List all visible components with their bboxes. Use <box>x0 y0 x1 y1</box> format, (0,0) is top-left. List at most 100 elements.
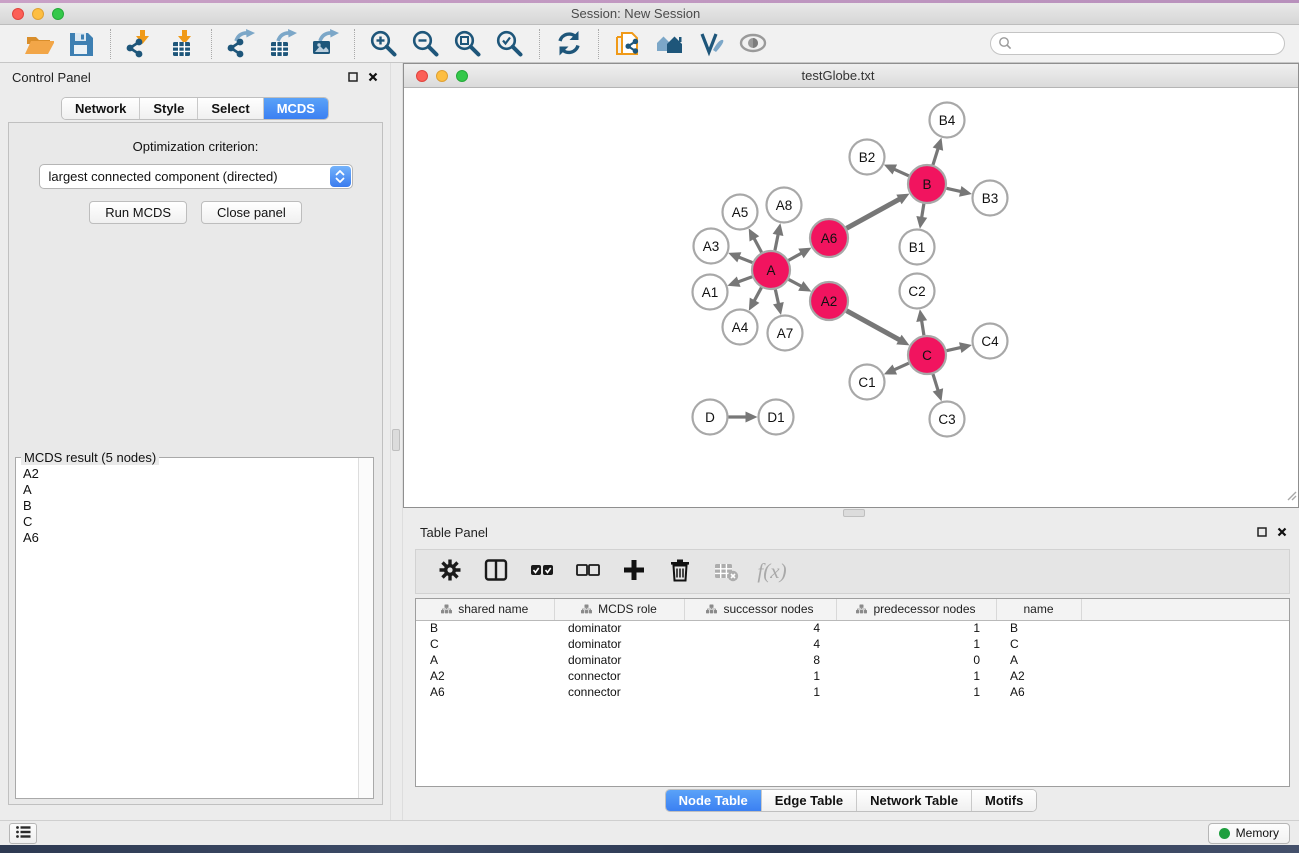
close-panel-icon[interactable] <box>368 72 378 82</box>
divider-grip[interactable] <box>392 429 400 451</box>
criterion-select[interactable]: largest connected component (directed) <box>39 164 353 189</box>
export-table-button[interactable] <box>265 28 301 60</box>
node-B[interactable]: B <box>908 165 946 203</box>
export-image-button[interactable] <box>307 28 343 60</box>
edge-C-C4[interactable] <box>947 347 963 350</box>
edge-B-B1[interactable] <box>921 204 923 219</box>
edge-A2-C[interactable] <box>847 311 901 341</box>
home-button[interactable] <box>652 28 688 60</box>
node-A7[interactable]: A7 <box>768 316 803 351</box>
columns-button[interactable] <box>480 556 512 588</box>
node-D1[interactable]: D1 <box>759 400 794 435</box>
close-network-button[interactable] <box>416 70 428 82</box>
node-A4[interactable]: A4 <box>723 310 758 345</box>
edge-A-A2[interactable] <box>789 279 803 286</box>
node-B3[interactable]: B3 <box>973 181 1008 216</box>
cyndex-button[interactable] <box>610 28 646 60</box>
node-A[interactable]: A <box>752 251 790 289</box>
mcds-result-item[interactable]: A <box>23 482 373 498</box>
mcds-result-item[interactable]: C <box>23 514 373 530</box>
node-D[interactable]: D <box>693 400 728 435</box>
select-all-button[interactable] <box>526 556 558 588</box>
close-window-button[interactable] <box>12 8 24 20</box>
zoom-out-button[interactable] <box>408 28 444 60</box>
edge-C-C1[interactable] <box>893 363 909 370</box>
table-row[interactable]: Bdominator41B <box>416 620 1289 636</box>
edge-C-C3[interactable] <box>933 374 939 392</box>
run-mcds-button[interactable]: Run MCDS <box>89 201 187 224</box>
zoom-network-button[interactable] <box>456 70 468 82</box>
export-network-button[interactable] <box>223 28 259 60</box>
zoom-selected-button[interactable] <box>492 28 528 60</box>
node-B2[interactable]: B2 <box>850 140 885 175</box>
node-A6[interactable]: A6 <box>810 219 848 257</box>
edge-A-A1[interactable] <box>737 277 752 283</box>
open-button[interactable] <box>21 28 57 60</box>
node-C[interactable]: C <box>908 336 946 374</box>
node-A1[interactable]: A1 <box>693 275 728 310</box>
zoom-in-button[interactable] <box>366 28 402 60</box>
tab-network-table[interactable]: Network Table <box>856 790 971 811</box>
eye-button[interactable] <box>736 28 772 60</box>
tab-edge-table[interactable]: Edge Table <box>761 790 856 811</box>
column-header-MCDS-role[interactable]: MCDS role <box>554 599 684 620</box>
node-A8[interactable]: A8 <box>767 188 802 223</box>
float-panel-icon[interactable] <box>348 72 358 82</box>
add-button[interactable] <box>618 556 650 588</box>
tab-motifs[interactable]: Motifs <box>971 790 1036 811</box>
close-panel-icon[interactable] <box>1277 527 1287 537</box>
edge-B-B2[interactable] <box>893 169 909 176</box>
tab-node-table[interactable]: Node Table <box>666 790 761 811</box>
zoom-window-button[interactable] <box>52 8 64 20</box>
tab-style[interactable]: Style <box>139 98 197 119</box>
import-network-button[interactable] <box>122 28 158 60</box>
memory-button[interactable]: Memory <box>1208 823 1290 844</box>
column-header-name[interactable]: name <box>996 599 1081 620</box>
import-table-button[interactable] <box>164 28 200 60</box>
node-B1[interactable]: B1 <box>900 230 935 265</box>
style-button[interactable] <box>694 28 730 60</box>
mcds-result-item[interactable]: B <box>23 498 373 514</box>
column-header-shared-name[interactable]: shared name <box>416 599 554 620</box>
edge-B-B3[interactable] <box>947 188 963 191</box>
column-header-successor-nodes[interactable]: successor nodes <box>684 599 836 620</box>
settings-button[interactable] <box>434 556 466 588</box>
edge-A-A8[interactable] <box>775 233 778 250</box>
tab-network[interactable]: Network <box>62 98 139 119</box>
network-canvas[interactable]: B4B2BB3A8A5A6A3B1AA1C2A2A4A7C4CC1DD1C3 <box>404 88 1298 507</box>
divider-grip[interactable] <box>843 509 865 517</box>
edge-A-A7[interactable] <box>775 290 778 306</box>
edge-C-C2[interactable] <box>921 319 924 335</box>
mcds-result-item[interactable]: A6 <box>23 530 373 546</box>
table-row[interactable]: A2connector11A2 <box>416 668 1289 684</box>
node-A3[interactable]: A3 <box>694 229 729 264</box>
edge-A-A4[interactable] <box>754 288 762 302</box>
node-C1[interactable]: C1 <box>850 365 885 400</box>
minimize-network-button[interactable] <box>436 70 448 82</box>
search-input[interactable] <box>990 32 1285 55</box>
close-panel-button[interactable]: Close panel <box>201 201 302 224</box>
refresh-button[interactable] <box>551 28 587 60</box>
save-button[interactable] <box>63 28 99 60</box>
minimize-window-button[interactable] <box>32 8 44 20</box>
tab-mcds[interactable]: MCDS <box>263 98 328 119</box>
edge-B-B4[interactable] <box>933 147 939 165</box>
mcds-result-item[interactable]: A2 <box>23 466 373 482</box>
node-A2[interactable]: A2 <box>810 282 848 320</box>
edge-A-A3[interactable] <box>737 257 752 263</box>
node-B4[interactable]: B4 <box>930 103 965 138</box>
node-C2[interactable]: C2 <box>900 274 935 309</box>
table-row[interactable]: A6connector11A6 <box>416 684 1289 700</box>
edge-A-A5[interactable] <box>753 237 761 252</box>
node-C3[interactable]: C3 <box>930 402 965 437</box>
node-A5[interactable]: A5 <box>723 195 758 230</box>
float-panel-icon[interactable] <box>1257 527 1267 537</box>
table-row[interactable]: Cdominator41C <box>416 636 1289 652</box>
task-history-button[interactable] <box>9 823 37 844</box>
result-scrollbar[interactable] <box>358 458 373 798</box>
column-header-predecessor-nodes[interactable]: predecessor nodes <box>836 599 996 620</box>
resize-corner-icon[interactable] <box>1286 488 1297 506</box>
delete-button[interactable] <box>664 556 696 588</box>
edge-A6-B[interactable] <box>847 198 901 228</box>
zoom-fit-button[interactable] <box>450 28 486 60</box>
